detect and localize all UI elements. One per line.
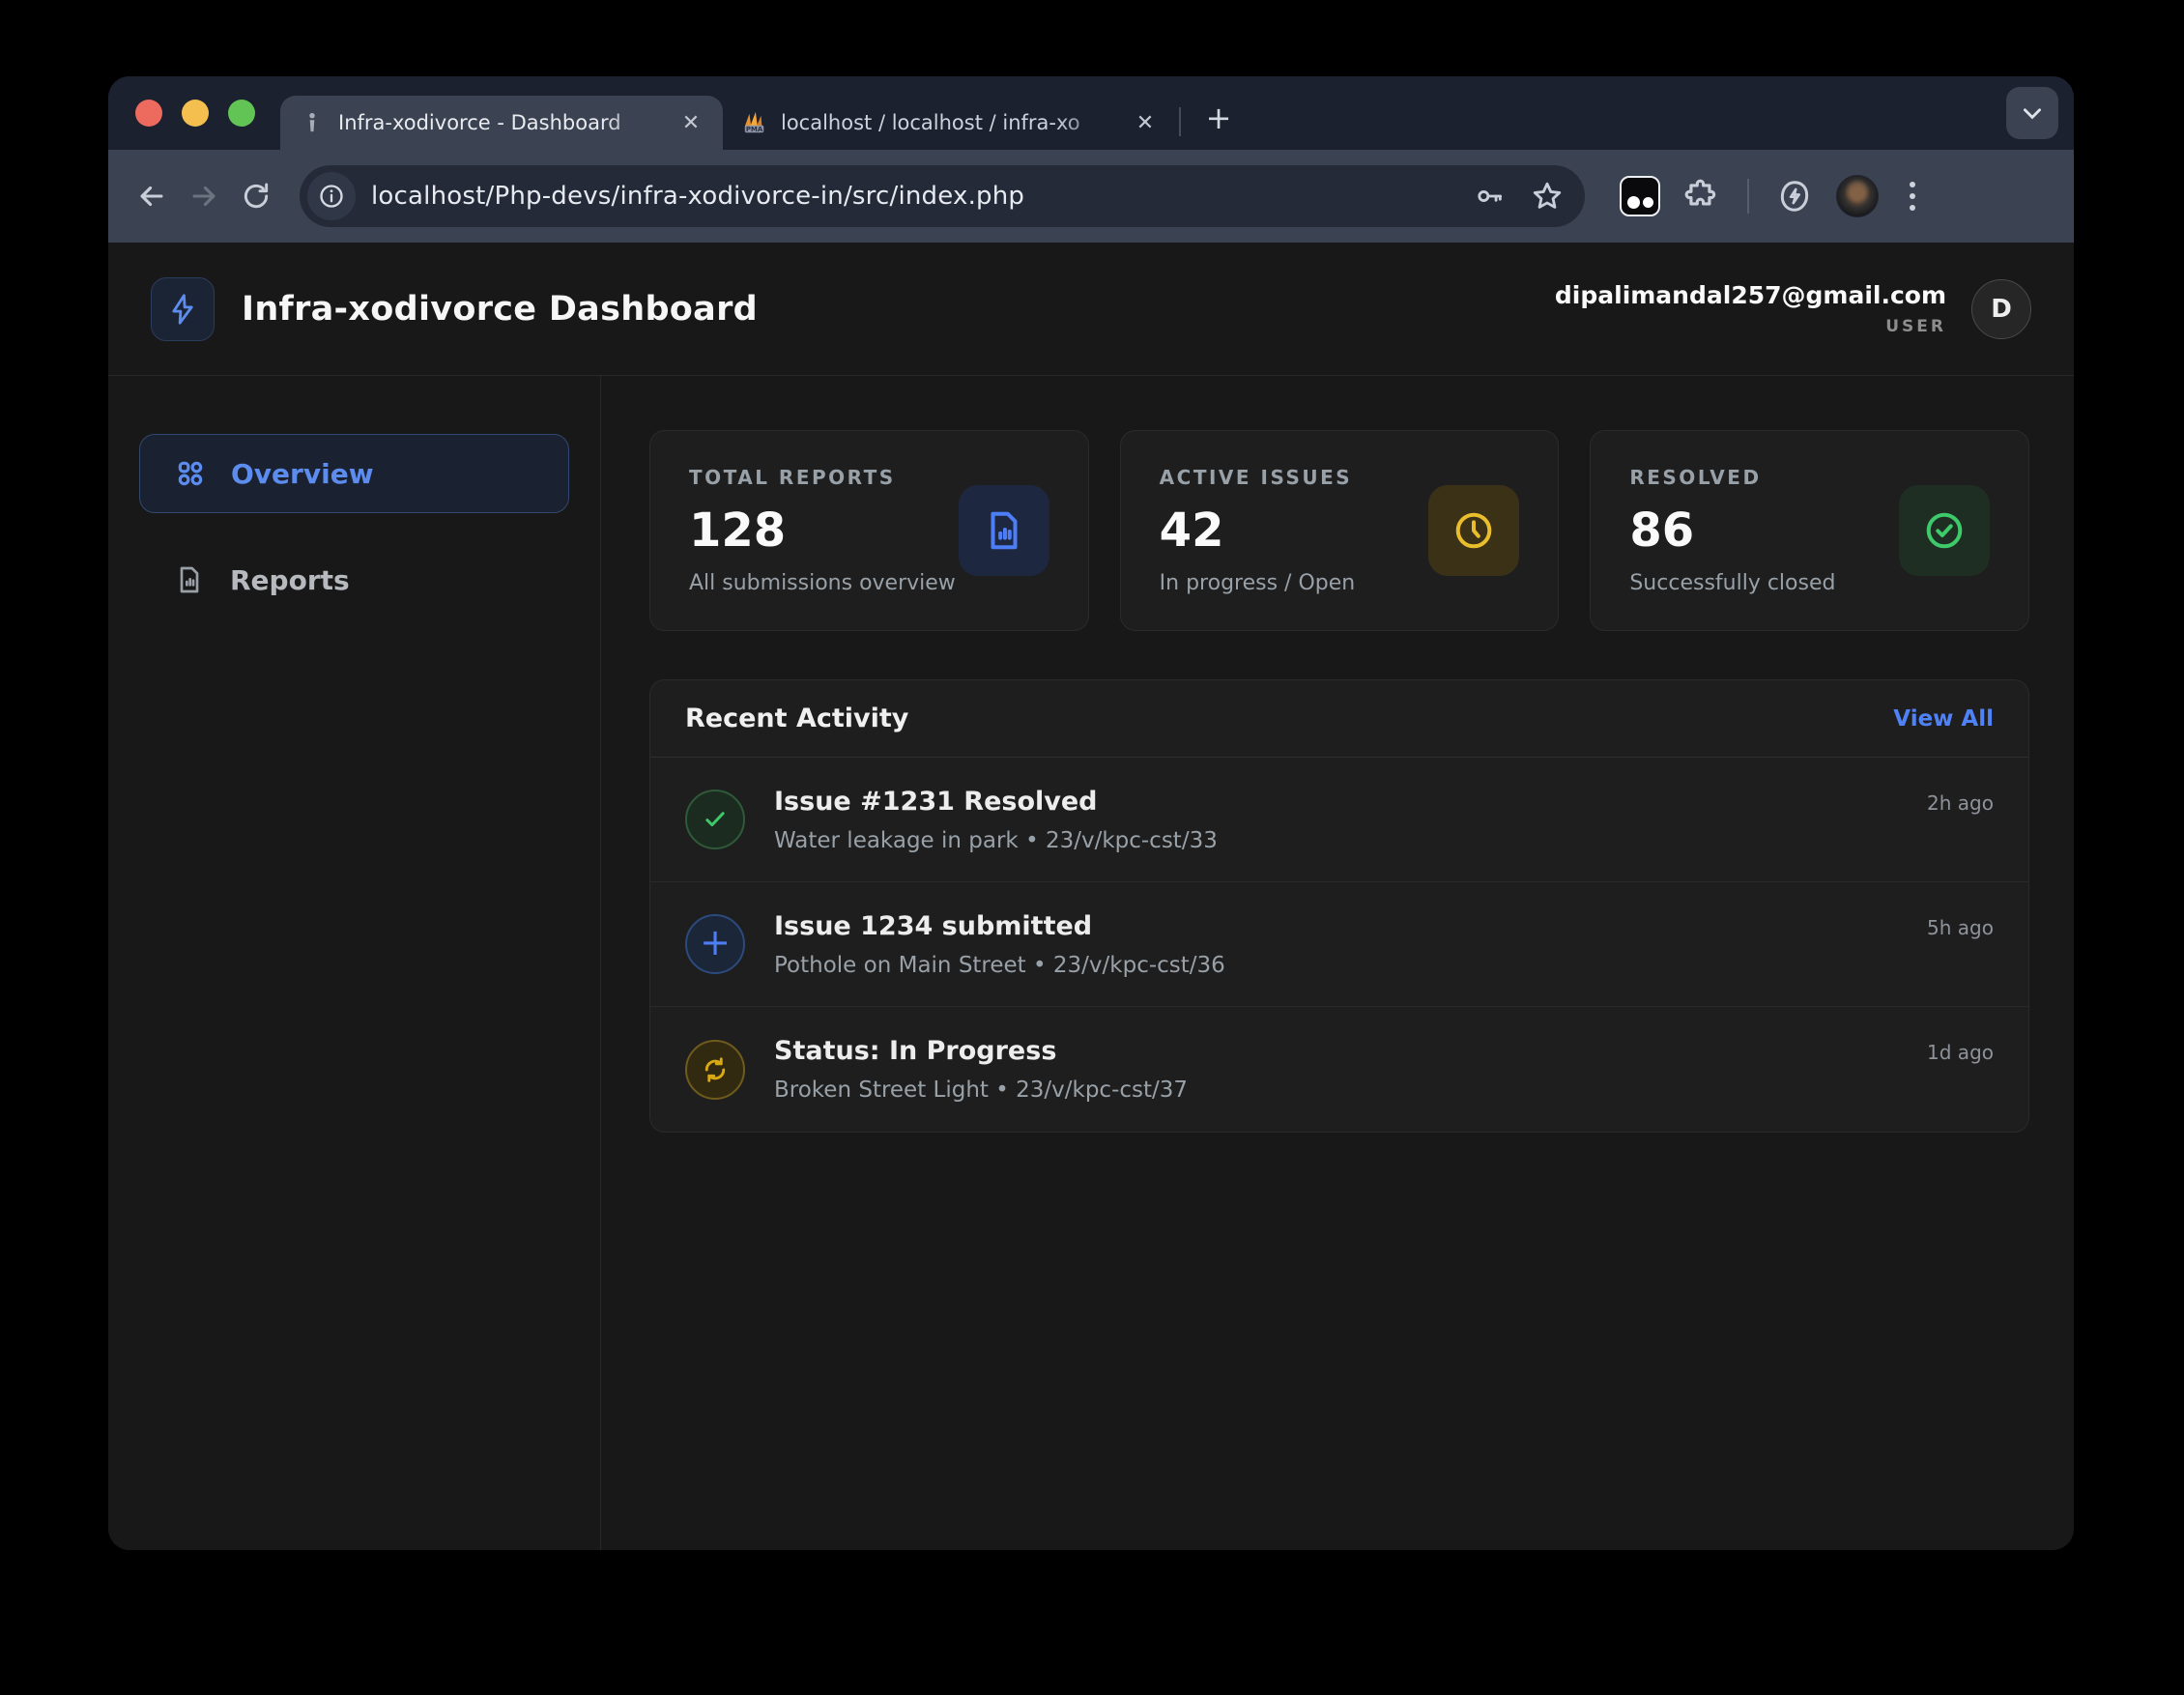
close-window-button[interactable] (135, 100, 162, 127)
check-icon (685, 790, 745, 849)
activity-subtext: Water leakage in park • 23/v/kpc-cst/33 (774, 828, 1994, 853)
new-tab-button[interactable]: + (1198, 98, 1239, 138)
stat-value: 128 (689, 503, 959, 558)
stat-card-resolved: RESOLVED 86 Successfully closed (1590, 430, 2029, 631)
user-email: dipalimandal257@gmail.com (1555, 281, 1946, 309)
stat-value: 42 (1160, 503, 1429, 558)
chevron-down-icon (2020, 101, 2045, 126)
sidebar-item-reports[interactable]: Reports (139, 540, 569, 619)
pinned-extension-icon[interactable] (1620, 176, 1660, 216)
page-content: Infra-xodivorce Dashboard dipalimandal25… (108, 243, 2074, 1550)
browser-profile-avatar[interactable] (1836, 175, 1879, 217)
user-meta: dipalimandal257@gmail.com USER (1555, 281, 1946, 336)
sidebar-item-label: Reports (230, 564, 350, 596)
activity-title: Issue 1234 submitted (774, 911, 1092, 941)
site-info-button[interactable] (307, 172, 356, 220)
activity-time: 1d ago (1927, 1041, 1994, 1064)
stat-label: TOTAL REPORTS (689, 466, 959, 489)
forward-button[interactable] (182, 174, 226, 218)
app-header: Infra-xodivorce Dashboard dipalimandal25… (108, 243, 2074, 376)
activity-row-in-progress[interactable]: Status: In Progress 1d ago Broken Street… (650, 1007, 2028, 1132)
activity-time: 2h ago (1927, 791, 1994, 815)
tab-title: Infra-xodivorce - Dashboard (338, 111, 663, 134)
stat-label: ACTIVE ISSUES (1160, 466, 1429, 489)
activity-subtext: Broken Street Light • 23/v/kpc-cst/37 (774, 1077, 1994, 1103)
file-chart-icon (959, 485, 1049, 576)
activity-row-resolved[interactable]: Issue #1231 Resolved 2h ago Water leakag… (650, 758, 2028, 882)
browser-window: Infra-xodivorce - Dashboard ✕ PMA localh… (108, 76, 2074, 1550)
tab-strip: Infra-xodivorce - Dashboard ✕ PMA localh… (108, 76, 2074, 150)
tab-phpmyadmin[interactable]: PMA localhost / localhost / infra-xo ✕ (723, 96, 1177, 150)
forward-arrow-icon (187, 180, 220, 213)
stat-value: 86 (1629, 503, 1899, 558)
panel-title: Recent Activity (685, 704, 908, 733)
reload-button[interactable] (234, 174, 278, 218)
sidebar-item-overview[interactable]: Overview (139, 434, 569, 513)
lightning-bolt-icon (166, 293, 199, 326)
recent-activity-panel: Recent Activity View All Issue #1231 Res… (649, 679, 2029, 1133)
user-role-badge: USER (1555, 317, 1946, 336)
stat-subtext: In progress / Open (1160, 571, 1429, 595)
page-title: Infra-xodivorce Dashboard (242, 290, 758, 329)
user-avatar[interactable]: D (1971, 279, 2031, 339)
clock-icon (1428, 485, 1519, 576)
main-content: TOTAL REPORTS 128 All submissions overvi… (601, 376, 2074, 1550)
toolbar-extensions-area (1620, 175, 1923, 217)
tab-close-icon[interactable]: ✕ (1131, 108, 1160, 137)
check-circle-icon (1899, 485, 1990, 576)
back-arrow-icon (135, 180, 168, 213)
report-file-icon (174, 564, 205, 595)
stat-card-active-issues: ACTIVE ISSUES 42 In progress / Open (1120, 430, 1560, 631)
activity-title: Status: In Progress (774, 1036, 1056, 1066)
activity-title: Issue #1231 Resolved (774, 787, 1098, 817)
window-controls (135, 100, 255, 127)
tab-title: localhost / localhost / infra-xo (781, 111, 1117, 134)
activity-row-submitted[interactable]: + Issue 1234 submitted 5h ago Pothole on… (650, 882, 2028, 1007)
url-text[interactable]: localhost/Php-devs/infra-xodivorce-in/sr… (371, 182, 1457, 211)
grid-icon (175, 458, 206, 489)
sidebar-item-label: Overview (231, 458, 374, 490)
bookmark-star-icon[interactable] (1531, 180, 1564, 213)
stat-subtext: All submissions overview (689, 571, 959, 595)
toolbar-divider (1747, 179, 1749, 214)
svg-text:PMA: PMA (746, 126, 763, 133)
info-favicon-icon (300, 110, 325, 135)
extensions-puzzle-icon[interactable] (1683, 178, 1720, 215)
browser-menu-button[interactable] (1902, 182, 1923, 211)
performance-leaf-icon[interactable] (1776, 178, 1813, 215)
activity-subtext: Pothole on Main Street • 23/v/kpc-cst/36 (774, 953, 1994, 978)
view-all-link[interactable]: View All (1893, 706, 1994, 732)
app-logo (151, 277, 215, 341)
info-icon (318, 183, 345, 210)
tab-separator (1179, 107, 1181, 136)
phpmyadmin-favicon-icon: PMA (742, 110, 767, 135)
refresh-icon (685, 1040, 745, 1100)
stat-cards: TOTAL REPORTS 128 All submissions overvi… (649, 430, 2029, 631)
plus-icon: + (685, 914, 745, 974)
activity-time: 5h ago (1927, 916, 1994, 939)
zoom-window-button[interactable] (228, 100, 255, 127)
tab-close-icon[interactable]: ✕ (676, 108, 705, 137)
stat-card-total-reports: TOTAL REPORTS 128 All submissions overvi… (649, 430, 1089, 631)
stat-subtext: Successfully closed (1629, 571, 1899, 595)
minimize-window-button[interactable] (182, 100, 209, 127)
sidebar: Overview Reports (108, 376, 601, 1550)
reload-icon (241, 181, 272, 212)
address-bar[interactable]: localhost/Php-devs/infra-xodivorce-in/sr… (300, 165, 1585, 227)
back-button[interactable] (129, 174, 174, 218)
stat-label: RESOLVED (1629, 466, 1899, 489)
password-key-icon[interactable] (1473, 180, 1506, 213)
tab-search-button[interactable] (2006, 87, 2058, 139)
tab-dashboard[interactable]: Infra-xodivorce - Dashboard ✕ (280, 96, 723, 150)
browser-toolbar: localhost/Php-devs/infra-xodivorce-in/sr… (108, 150, 2074, 243)
